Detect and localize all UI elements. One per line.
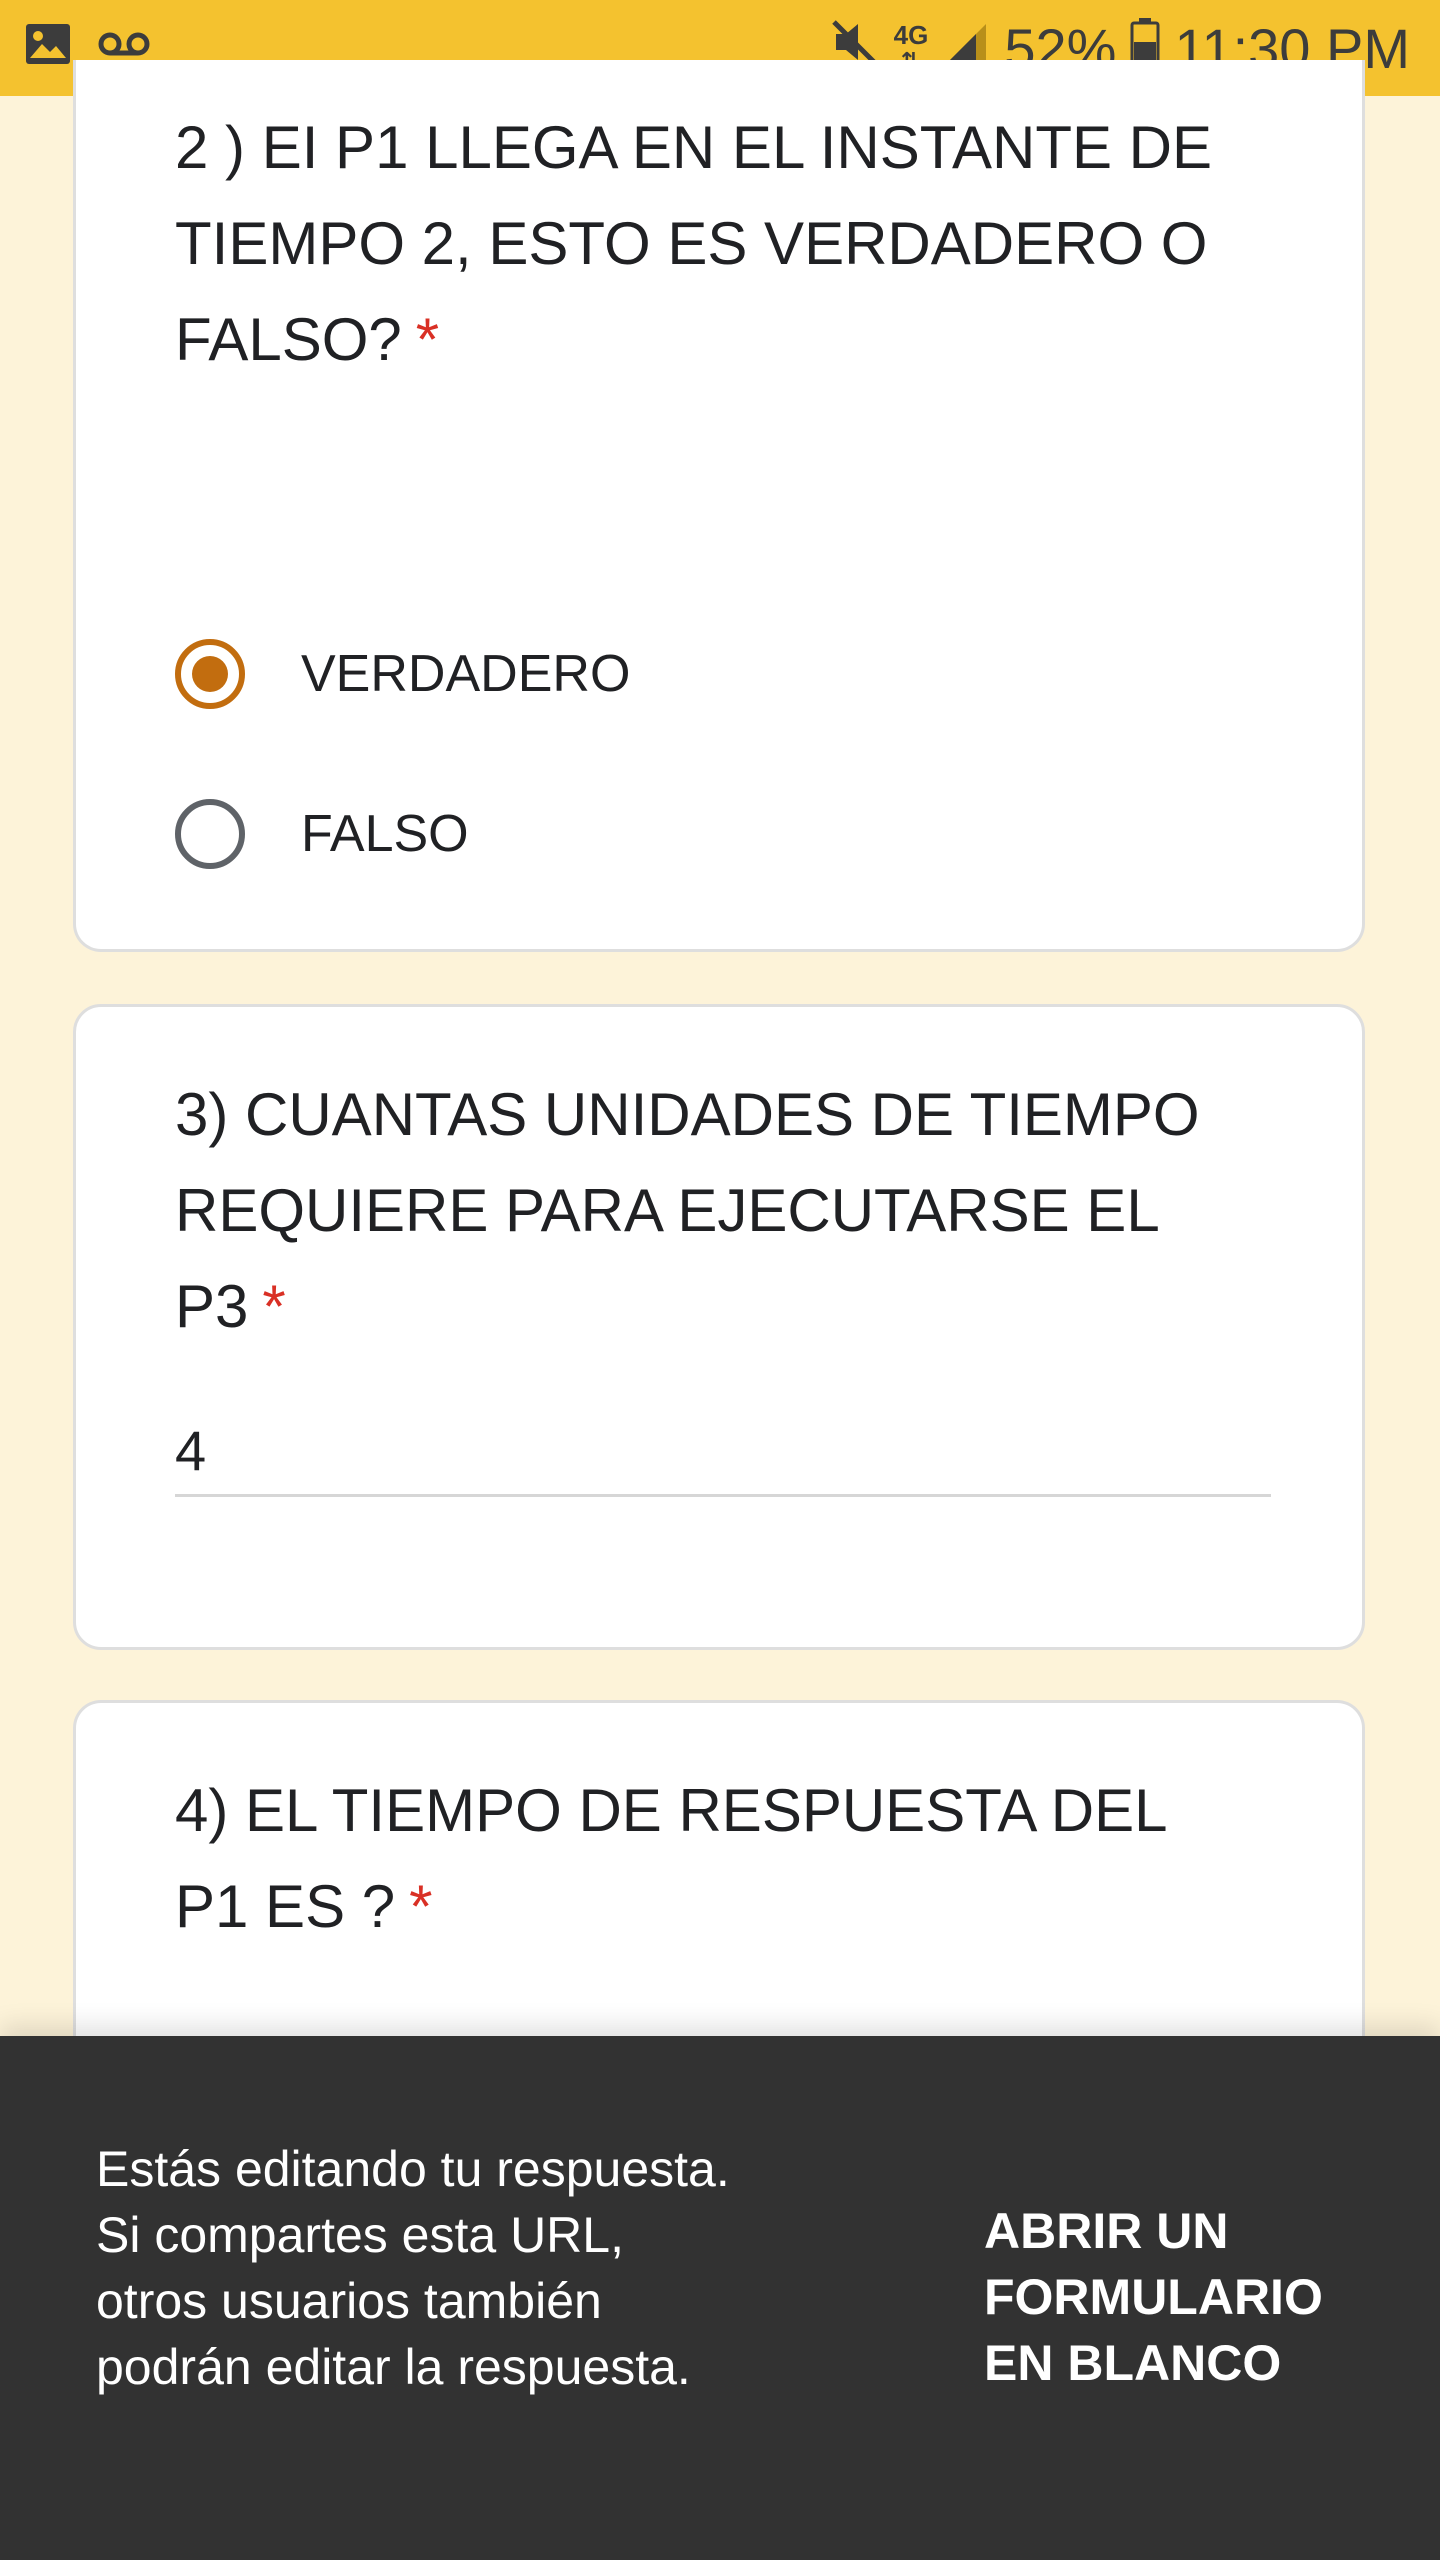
answer-input[interactable]: [175, 1407, 1271, 1497]
open-blank-form-button[interactable]: ABRIR UN FORMULARIO EN BLANCO: [984, 2198, 1384, 2396]
question-card: 3) CUANTAS UNIDADES DE TIEMPO REQUIERE P…: [73, 1004, 1365, 1650]
radio-option-verdadero[interactable]: VERDADERO: [175, 632, 630, 716]
question-card: 2 ) EI P1 LLEGA EN EL INSTANTE DE TIEMPO…: [73, 60, 1365, 952]
voicemail-icon: [98, 29, 150, 64]
question-title: 4) EL TIEMPO DE RESPUESTA DEL P1 ES ? *: [175, 1763, 1255, 1955]
network-type: 4G: [893, 20, 929, 50]
radio-button[interactable]: [175, 799, 245, 869]
required-asterisk: *: [262, 1273, 286, 1340]
banner-message: Estás editando tu respuesta. Si comparte…: [96, 2141, 730, 2395]
question-text: 2 ) EI P1 LLEGA EN EL INSTANTE DE TIEMPO…: [175, 114, 1213, 373]
question-text: 4) EL TIEMPO DE RESPUESTA DEL P1 ES ?: [175, 1777, 1166, 1940]
radio-option-falso[interactable]: FALSO: [175, 792, 469, 876]
question-title: 3) CUANTAS UNIDADES DE TIEMPO REQUIERE P…: [175, 1067, 1255, 1355]
edit-response-banner: Estás editando tu respuesta. Si comparte…: [0, 2036, 1440, 2560]
question-text: 3) CUANTAS UNIDADES DE TIEMPO REQUIERE P…: [175, 1081, 1200, 1340]
required-asterisk: *: [415, 306, 440, 373]
required-asterisk: *: [409, 1873, 433, 1940]
image-icon: [24, 20, 72, 73]
question-title: 2 ) EI P1 LLEGA EN EL INSTANTE DE TIEMPO…: [175, 100, 1255, 388]
radio-button-selected[interactable]: [175, 639, 245, 709]
option-label: VERDADERO: [301, 645, 631, 703]
option-label: FALSO: [301, 805, 469, 863]
